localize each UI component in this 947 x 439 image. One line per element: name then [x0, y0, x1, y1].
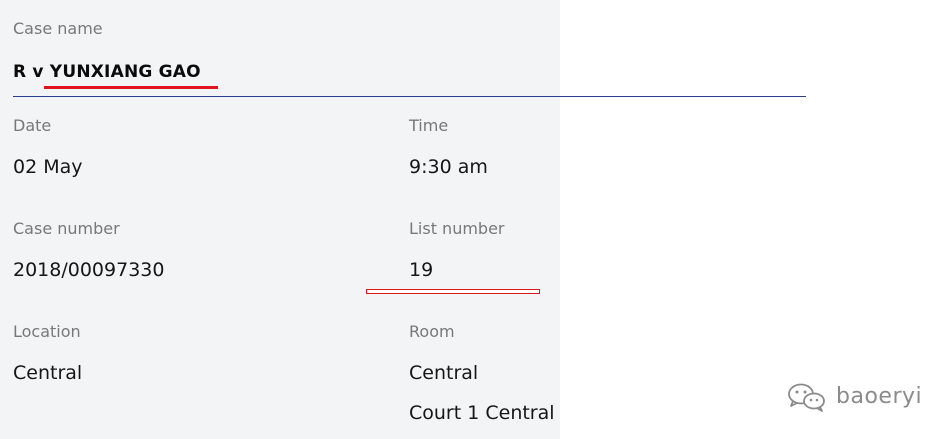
case-name-label: Case name — [13, 19, 103, 38]
watermark: baoeryi — [786, 382, 922, 412]
case-number-label: Case number — [13, 219, 120, 238]
room-label: Room — [409, 322, 455, 341]
location-value: Central — [13, 362, 83, 384]
list-number-label: List number — [409, 219, 505, 238]
watermark-text: baoeryi — [836, 384, 923, 409]
wechat-icon — [786, 382, 828, 412]
location-label: Location — [13, 322, 81, 341]
time-label: Time — [409, 116, 449, 135]
time-value: 9:30 am — [409, 156, 488, 178]
case-name-value: R v YUNXIANG GAO — [13, 62, 201, 82]
list-number-value: 19 — [409, 259, 434, 281]
room-value-primary: Central — [409, 362, 479, 384]
list-number-highlight-underline — [366, 289, 540, 294]
case-name-highlight-underline — [44, 86, 218, 89]
date-label: Date — [13, 116, 52, 135]
case-details-view: Case name R v YUNXIANG GAO Date 02 May T… — [0, 0, 947, 439]
room-value-secondary: Court 1 Central — [409, 402, 555, 424]
case-number-value: 2018/00097330 — [13, 259, 165, 281]
header-divider — [13, 96, 806, 97]
date-value: 02 May — [13, 156, 83, 178]
